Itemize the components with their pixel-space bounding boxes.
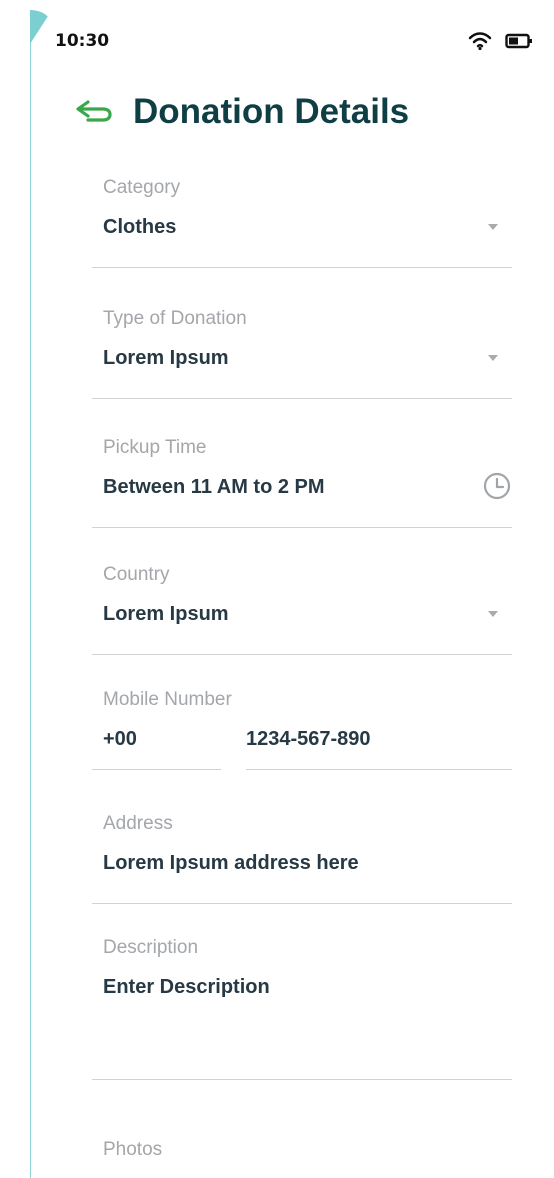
category-label: Category (103, 177, 181, 198)
status-bar: 10:30 (55, 28, 538, 54)
pickup-time-label: Pickup Time (103, 437, 207, 458)
battery-icon (505, 32, 533, 50)
donation-details-screen: 10:30 Donation Details Category Clothes … (0, 0, 554, 1178)
mobile-number-label: Mobile Number (103, 689, 232, 710)
donation-type-value: Lorem Ipsum (103, 347, 229, 369)
left-edge-background (0, 0, 30, 1178)
country-code-input[interactable]: +00 (92, 726, 221, 770)
address-input[interactable]: Address Lorem Ipsum address here (92, 812, 512, 904)
country-label: Country (103, 564, 170, 585)
category-dropdown[interactable]: Category Clothes (92, 176, 512, 268)
status-icons (467, 31, 533, 51)
pickup-time-value: Between 11 AM to 2 PM (103, 476, 325, 498)
country-dropdown[interactable]: Country Lorem Ipsum (92, 563, 512, 655)
clock-icon[interactable] (482, 471, 512, 501)
address-value: Lorem Ipsum address here (103, 852, 359, 874)
description-input[interactable]: Description Enter Description (92, 936, 512, 1080)
status-time: 10:30 (55, 31, 110, 51)
category-value: Clothes (103, 216, 177, 238)
donation-type-label: Type of Donation (103, 308, 247, 329)
description-label: Description (103, 937, 199, 958)
photos-label: Photos (103, 1139, 163, 1160)
chevron-down-icon[interactable] (487, 223, 499, 231)
chevron-down-icon[interactable] (487, 354, 499, 362)
mobile-number-input[interactable]: 1234-567-890 (246, 726, 512, 770)
back-arrow-icon[interactable] (70, 96, 114, 128)
pickup-time-field[interactable]: Pickup Time Between 11 AM to 2 PM (92, 436, 512, 528)
donation-type-dropdown[interactable]: Type of Donation Lorem Ipsum (92, 307, 512, 399)
left-edge-line (30, 10, 31, 1178)
mobile-number-group: Mobile Number +00 1234-567-890 (92, 688, 512, 770)
address-label: Address (103, 813, 173, 834)
chevron-down-icon[interactable] (487, 610, 499, 618)
page-header: Donation Details (70, 88, 409, 136)
country-value: Lorem Ipsum (103, 603, 229, 625)
corner-accent (30, 10, 52, 44)
page-title: Donation Details (133, 92, 410, 131)
wifi-icon (467, 31, 493, 51)
description-placeholder: Enter Description (103, 976, 270, 998)
